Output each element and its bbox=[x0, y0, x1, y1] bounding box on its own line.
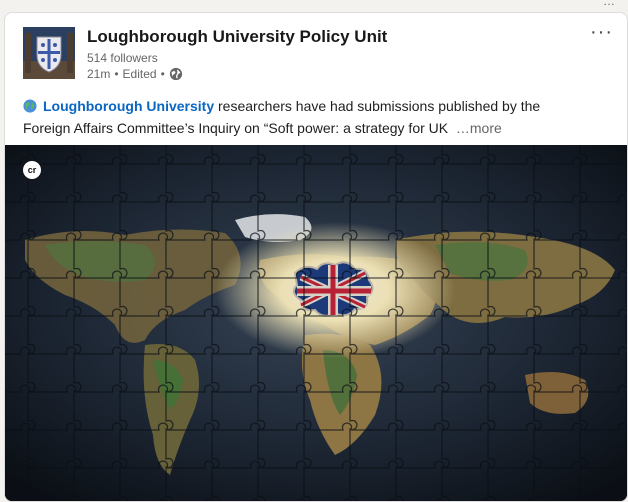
post-image[interactable]: cr bbox=[5, 145, 627, 501]
post-time: 21m bbox=[87, 67, 111, 81]
company-logo[interactable] bbox=[23, 27, 75, 79]
mention-link[interactable]: Loughborough University bbox=[43, 98, 214, 114]
globe-icon bbox=[169, 67, 182, 81]
meta-separator: • bbox=[160, 67, 165, 81]
top-cut-text: … bbox=[603, 0, 616, 8]
more-options-button[interactable]: ··· bbox=[590, 22, 613, 42]
crest-icon bbox=[23, 27, 75, 79]
globe-emoji-icon bbox=[23, 99, 37, 113]
edited-label: Edited bbox=[122, 67, 157, 81]
post-text-line2: Foreign Affairs Committee’s Inquiry on “… bbox=[23, 120, 449, 136]
actor-name[interactable]: Loughborough University Policy Unit bbox=[87, 27, 387, 47]
see-more-button[interactable]: …more bbox=[456, 120, 502, 136]
feed-post-card: Loughborough University Policy Unit 514 … bbox=[4, 12, 628, 502]
world-map-puzzle-image bbox=[5, 145, 627, 501]
post-text: Loughborough University researchers have… bbox=[23, 95, 613, 139]
media-credit-badge[interactable]: cr bbox=[23, 161, 41, 179]
follower-count: 514 followers bbox=[87, 51, 158, 65]
post-meta: 21m • Edited • bbox=[87, 67, 183, 81]
meta-separator: • bbox=[114, 67, 119, 81]
post-text-line1: researchers have had submissions publish… bbox=[214, 98, 541, 114]
